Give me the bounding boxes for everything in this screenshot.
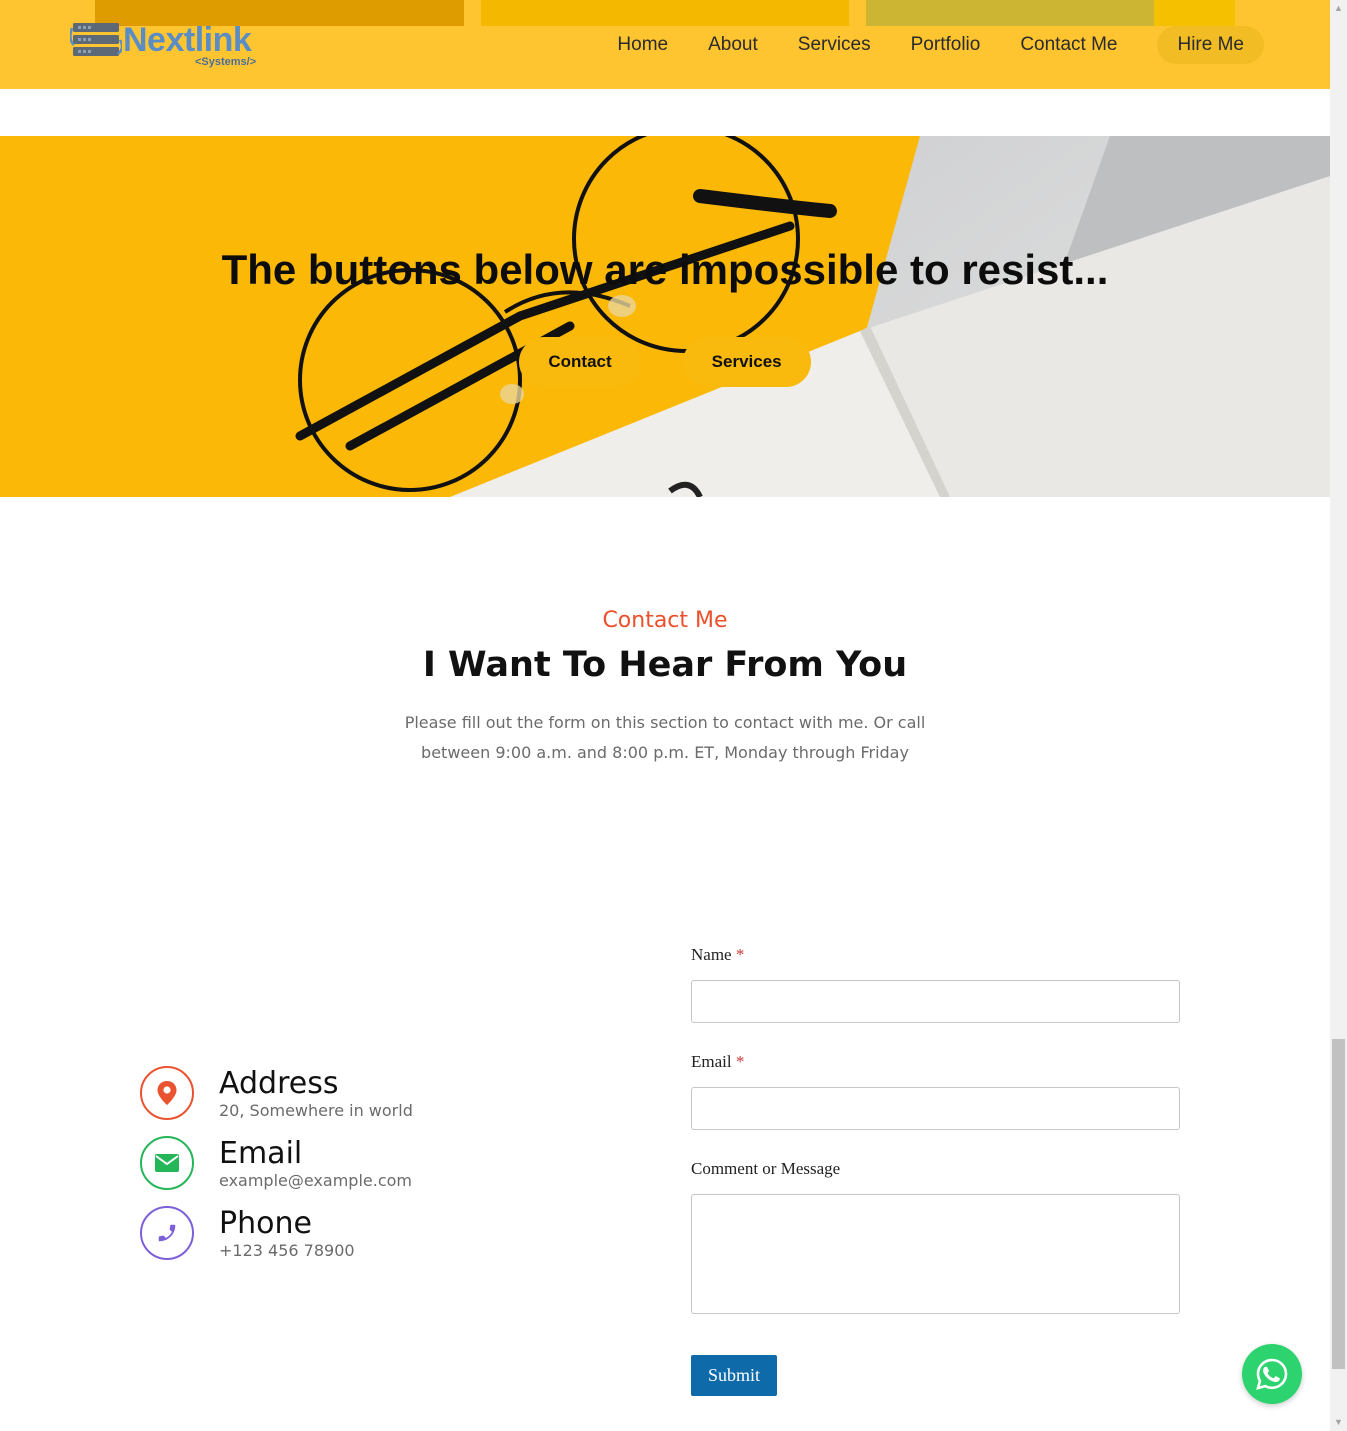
submit-button[interactable]: Submit [691, 1355, 777, 1396]
banner-buttons: Contact Services [0, 337, 1330, 387]
info-phone: Phone +123 456 78900 [140, 1206, 355, 1260]
info-value: example@example.com [219, 1171, 412, 1190]
scrollbar-thumb[interactable] [1332, 1039, 1345, 1369]
site-logo[interactable]: Nextlink <Systems/> [68, 18, 268, 74]
server-stack-icon [70, 23, 122, 56]
info-address-text: Address 20, Somewhere in world [219, 1066, 413, 1120]
nav-about[interactable]: About [708, 26, 758, 64]
main-nav: Home About Services Portfolio Contact Me… [617, 26, 1264, 64]
envelope-icon [140, 1136, 194, 1190]
name-label: Name * [691, 945, 744, 965]
info-title: Email [219, 1136, 303, 1171]
required-marker: * [735, 945, 745, 964]
cta-banner: The buttons below are impossible to resi… [0, 136, 1330, 497]
info-value: +123 456 78900 [219, 1241, 355, 1260]
section-description: Please fill out the form on this section… [404, 713, 926, 762]
section-heading: I Want To Hear From You [422, 645, 908, 685]
info-title: Phone [219, 1206, 312, 1241]
phone-icon [140, 1206, 194, 1260]
section-eyebrow: Contact Me [602, 608, 728, 633]
scroll-up-arrow-icon[interactable]: ▲ [1330, 0, 1347, 17]
logo-tagline: <Systems/> [195, 56, 257, 68]
contact-button[interactable]: Contact [519, 337, 641, 387]
hire-me-button[interactable]: Hire Me [1157, 26, 1264, 64]
map-pin-icon [140, 1066, 194, 1120]
info-address: Address 20, Somewhere in world [140, 1066, 413, 1120]
thumbnail-strip [866, 0, 1235, 26]
info-email-text: Email example@example.com [219, 1136, 412, 1190]
required-marker: * [735, 1052, 745, 1071]
email-label: Email * [691, 1052, 744, 1072]
email-field[interactable] [691, 1087, 1180, 1130]
nav-services[interactable]: Services [798, 26, 871, 64]
name-label-text: Name [691, 945, 732, 964]
glasses-notebook-background [0, 136, 1330, 497]
scroll-down-arrow-icon[interactable]: ▼ [1330, 1414, 1347, 1431]
services-button[interactable]: Services [682, 337, 811, 387]
logo-wordmark: Nextlink [123, 21, 252, 59]
info-value: 20, Somewhere in world [219, 1101, 413, 1120]
message-label: Comment or Message [691, 1159, 841, 1178]
name-field[interactable] [691, 980, 1180, 1023]
thumbnail-strip [481, 0, 849, 26]
site-header: Nextlink <Systems/> Home About Services … [0, 0, 1330, 89]
nav-home[interactable]: Home [617, 26, 668, 64]
info-phone-text: Phone +123 456 78900 [219, 1206, 355, 1260]
banner-title: The buttons below are impossible to resi… [221, 246, 1109, 293]
whatsapp-chat-button[interactable] [1242, 1344, 1302, 1404]
nav-portfolio[interactable]: Portfolio [911, 26, 981, 64]
email-label-text: Email [691, 1052, 732, 1071]
whatsapp-icon [1256, 1358, 1288, 1390]
info-email: Email example@example.com [140, 1136, 412, 1190]
message-textarea[interactable] [691, 1194, 1180, 1314]
page-scrollbar[interactable]: ▲ ▼ [1330, 0, 1347, 1431]
info-title: Address [219, 1066, 339, 1101]
nav-contact[interactable]: Contact Me [1020, 26, 1117, 64]
